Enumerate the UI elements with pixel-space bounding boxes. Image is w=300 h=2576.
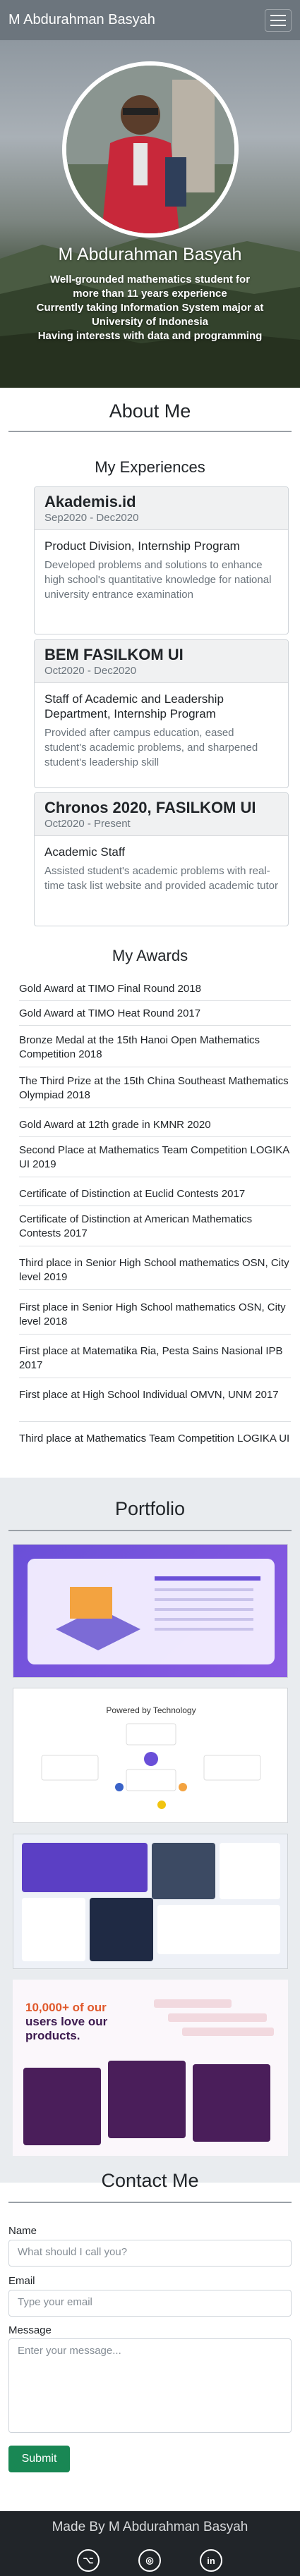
experience-card-akademis: Akademis.id Sep2020 - Dec2020 Product Di… xyxy=(34,486,289,634)
message-textarea[interactable]: Enter your message... xyxy=(8,2338,292,2433)
experience-org: Chronos 2020, FASILKOM UI xyxy=(44,799,256,816)
experience-role: Academic Staff xyxy=(44,845,126,859)
portfolio-divider xyxy=(8,1530,292,1531)
navbar-brand[interactable]: M Abdurahman Basyah xyxy=(8,12,155,28)
experiences-title: My Experiences xyxy=(95,458,205,476)
award-item: Bronze Medal at the 15th Hanoi Open Math… xyxy=(19,1034,291,1067)
submit-button[interactable]: Submit xyxy=(8,2446,70,2472)
experience-body: Academic Staff Assisted student's academ… xyxy=(35,836,288,902)
navbar: M Abdurahman Basyah xyxy=(0,0,300,40)
avatar xyxy=(62,61,239,238)
message-label: Message xyxy=(8,2324,52,2336)
experience-desc: Developed problems and solutions to enha… xyxy=(44,559,272,601)
instagram-icon[interactable]: ◎ xyxy=(138,2549,161,2572)
name-label: Name xyxy=(8,2225,37,2237)
hero-section: M Abdurahman Basyah Well-grounded mathem… xyxy=(0,40,300,388)
experience-header: Chronos 2020, FASILKOM UI Oct2020 - Pres… xyxy=(35,793,288,836)
award-item: First place in Senior High School mathem… xyxy=(19,1301,291,1335)
experience-org: BEM FASILKOM UI xyxy=(44,646,184,663)
contact-divider xyxy=(8,2202,292,2203)
experience-desc: Assisted student's academic problems wit… xyxy=(44,865,278,892)
contact-title: Contact Me xyxy=(101,2170,199,2191)
hero-description: Well-grounded mathematics student for mo… xyxy=(36,274,264,342)
awards-title: My Awards xyxy=(112,947,188,964)
experience-header: BEM FASILKOM UI Oct2020 - Dec2020 xyxy=(35,640,288,683)
experience-role: Product Division, Internship Program xyxy=(44,539,240,553)
experience-header: Akademis.id Sep2020 - Dec2020 xyxy=(35,487,288,530)
portfolio-shot-technology[interactable]: Powered by Technology xyxy=(13,1688,288,1823)
award-item: Third place in Senior High School mathem… xyxy=(19,1256,291,1290)
experience-date: Oct2020 - Dec2020 xyxy=(44,665,137,677)
email-label: Email xyxy=(8,2275,35,2287)
experience-date: Sep2020 - Dec2020 xyxy=(44,512,139,524)
award-item: The Third Prize at the 15th China Southe… xyxy=(19,1074,291,1108)
award-item: First place at High School Individual OM… xyxy=(19,1388,291,1422)
award-item: Third place at Mathematics Team Competit… xyxy=(19,1433,290,1445)
portfolio-shot-faq[interactable] xyxy=(13,1544,288,1678)
footer: Made By M Abdurahman Basyah ⌥ ◎ in xyxy=(0,2511,300,2576)
portfolio-title: Portfolio xyxy=(114,1498,186,1519)
hero-name: M Abdurahman Basyah xyxy=(58,245,242,264)
experience-date: Oct2020 - Present xyxy=(44,818,131,830)
experience-desc: Provided after campus education, eased s… xyxy=(44,727,258,768)
experience-body: Staff of Academic and Leadership Departm… xyxy=(35,683,288,778)
about-divider xyxy=(8,431,292,432)
experience-org: Akademis.id xyxy=(44,493,136,510)
award-item: Gold Award at TIMO Final Round 2018 xyxy=(19,982,291,1001)
award-item: Second Place at Mathematics Team Competi… xyxy=(19,1143,291,1177)
award-item: Certificate of Distinction at American M… xyxy=(19,1213,291,1246)
footer-credit: Made By M Abdurahman Basyah xyxy=(52,2520,248,2534)
email-input[interactable]: Type your email xyxy=(8,2290,292,2317)
award-item: Gold Award at 12th grade in KMNR 2020 xyxy=(19,1118,291,1137)
portfolio-shot-reviews[interactable]: 10,000+ of our users love our products. xyxy=(13,1980,288,2156)
award-item: Certificate of Distinction at Euclid Con… xyxy=(19,1187,291,1206)
name-input[interactable]: What should I call you? xyxy=(8,2240,292,2267)
linkedin-icon[interactable]: in xyxy=(200,2549,222,2572)
github-icon[interactable]: ⌥ xyxy=(77,2549,100,2572)
experience-body: Product Division, Internship Program Dev… xyxy=(35,530,288,611)
hamburger-icon[interactable] xyxy=(265,8,292,32)
portfolio-shot-testimonials[interactable] xyxy=(13,1834,288,1969)
award-item: Gold Award at TIMO Heat Round 2017 xyxy=(19,1007,291,1026)
experience-card-bem: BEM FASILKOM UI Oct2020 - Dec2020 Staff … xyxy=(34,639,289,788)
award-item: First place at Matematika Ria, Pesta Sai… xyxy=(19,1344,291,1378)
experience-card-chronos: Chronos 2020, FASILKOM UI Oct2020 - Pres… xyxy=(34,792,289,926)
about-title: About Me xyxy=(109,400,191,422)
experience-role: Staff of Academic and Leadership Departm… xyxy=(44,692,224,720)
